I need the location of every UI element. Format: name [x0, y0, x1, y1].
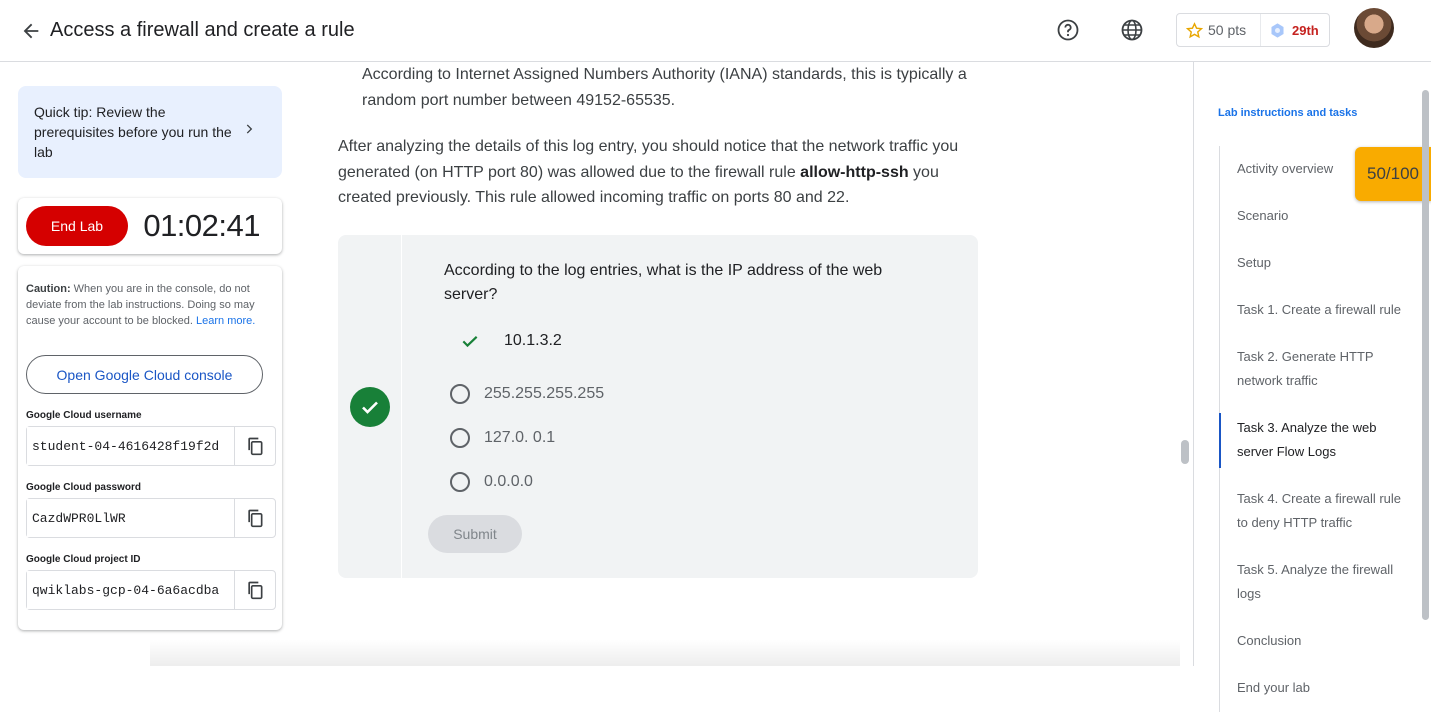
iana-paragraph: According to Internet Assigned Numbers A… — [362, 66, 967, 109]
back-button[interactable] — [18, 18, 44, 44]
points-value: 50 pts — [1208, 22, 1247, 38]
copy-icon — [248, 581, 263, 600]
toc-item-conclusion[interactable]: Conclusion — [1220, 618, 1419, 665]
rank-value: 29th — [1292, 22, 1319, 38]
radio-button[interactable] — [450, 472, 470, 492]
toc-item-task-3[interactable]: Task 3. Analyze the web server Flow Logs — [1219, 405, 1419, 476]
copy-icon — [248, 437, 263, 456]
toc-item-task-1[interactable]: Task 1. Create a firewall rule — [1220, 287, 1419, 334]
toc-item-task-4[interactable]: Task 4. Create a firewall rule to deny H… — [1220, 476, 1419, 547]
lab-content: According to Internet Assigned Numbers A… — [300, 62, 1180, 666]
lab-timer-card: End Lab 01:02:41 — [18, 198, 282, 254]
toc-item-task-2[interactable]: Task 2. Generate HTTP network traffic — [1220, 334, 1419, 405]
username-input[interactable] — [27, 427, 235, 465]
check-circle-icon — [350, 387, 390, 427]
copy-password-button[interactable] — [235, 499, 275, 537]
quiz-option[interactable]: 127.0. 0.1 — [450, 428, 555, 448]
end-lab-button[interactable]: End Lab — [26, 206, 128, 246]
page-scrollbar[interactable] — [1422, 90, 1429, 620]
arrow-left-icon — [23, 23, 39, 39]
points-rank-widget[interactable]: 50 pts 29th — [1176, 13, 1330, 47]
toc-item-task-5[interactable]: Task 5. Analyze the firewall logs — [1220, 547, 1419, 618]
rank-display: 29th — [1261, 22, 1319, 39]
help-circle-icon — [1057, 19, 1079, 41]
learn-more-link[interactable]: Learn more. — [196, 315, 255, 327]
checkmark-icon — [460, 331, 480, 351]
password-label: Google Cloud password — [26, 482, 142, 493]
analysis-paragraph: After analyzing the details of this log … — [338, 134, 978, 211]
chevron-right-icon — [242, 122, 256, 142]
quiz-option[interactable]: 255.255.255.255 — [450, 384, 604, 404]
project-id-field — [26, 570, 276, 610]
copy-icon — [248, 509, 263, 528]
caution-label: Caution: — [26, 283, 71, 295]
password-input[interactable] — [27, 499, 235, 537]
radio-button[interactable] — [450, 428, 470, 448]
credentials-card: Caution: When you are in the console, do… — [18, 266, 282, 630]
radio-button[interactable] — [450, 384, 470, 404]
password-field — [26, 498, 276, 538]
bottom-fade — [150, 640, 1180, 666]
toc-list: Activity overview Scenario Setup Task 1.… — [1219, 146, 1419, 712]
top-bar: Access a firewall and create a rule 50 p… — [0, 0, 1431, 62]
toc-item-end-lab[interactable]: End your lab — [1220, 665, 1419, 712]
quiz-option-label: 10.1.3.2 — [504, 332, 562, 349]
globe-icon — [1121, 19, 1143, 41]
lab-timer: 01:02:41 — [143, 208, 260, 243]
toc-item-setup[interactable]: Setup — [1220, 240, 1419, 287]
help-button[interactable] — [1055, 17, 1081, 43]
quick-tip-text: Quick tip: Review the prerequisites befo… — [34, 104, 232, 160]
username-label: Google Cloud username — [26, 410, 142, 421]
copy-username-button[interactable] — [235, 427, 275, 465]
project-id-label: Google Cloud project ID — [26, 554, 141, 565]
quick-tip-card[interactable]: Quick tip: Review the prerequisites befo… — [18, 86, 282, 178]
open-console-button[interactable]: Open Google Cloud console — [26, 355, 263, 394]
project-id-input[interactable] — [27, 571, 235, 609]
lab-control-panel: Quick tip: Review the prerequisites befo… — [0, 62, 300, 666]
page-title: Access a firewall and create a rule — [50, 19, 355, 41]
quiz-option-correct[interactable]: 10.1.3.2 — [450, 331, 562, 351]
quiz-option-label: 127.0. 0.1 — [484, 429, 556, 446]
quiz-card: According to the log entries, what is th… — [338, 235, 978, 578]
caution-note: Caution: When you are in the console, do… — [26, 281, 276, 329]
quiz-option[interactable]: 0.0.0.0 — [450, 472, 533, 492]
submit-button[interactable]: Submit — [428, 515, 522, 553]
quiz-status-gutter — [338, 235, 402, 578]
username-field — [26, 426, 276, 466]
copy-project-id-button[interactable] — [235, 571, 275, 609]
score-badge[interactable]: 50/100 — [1355, 147, 1431, 201]
firewall-rule-name: allow-http-ssh — [800, 163, 909, 181]
points-display: 50 pts — [1177, 14, 1261, 46]
quiz-question: According to the log entries, what is th… — [444, 262, 883, 303]
avatar[interactable] — [1354, 8, 1394, 48]
quiz-option-label: 0.0.0.0 — [484, 473, 533, 490]
hexagon-badge-icon — [1271, 22, 1284, 38]
language-button[interactable] — [1119, 17, 1145, 43]
content-scrollbar[interactable] — [1181, 440, 1189, 464]
quiz-option-label: 255.255.255.255 — [484, 385, 605, 402]
star-icon — [1186, 21, 1203, 38]
toc-heading: Lab instructions and tasks — [1218, 107, 1358, 119]
